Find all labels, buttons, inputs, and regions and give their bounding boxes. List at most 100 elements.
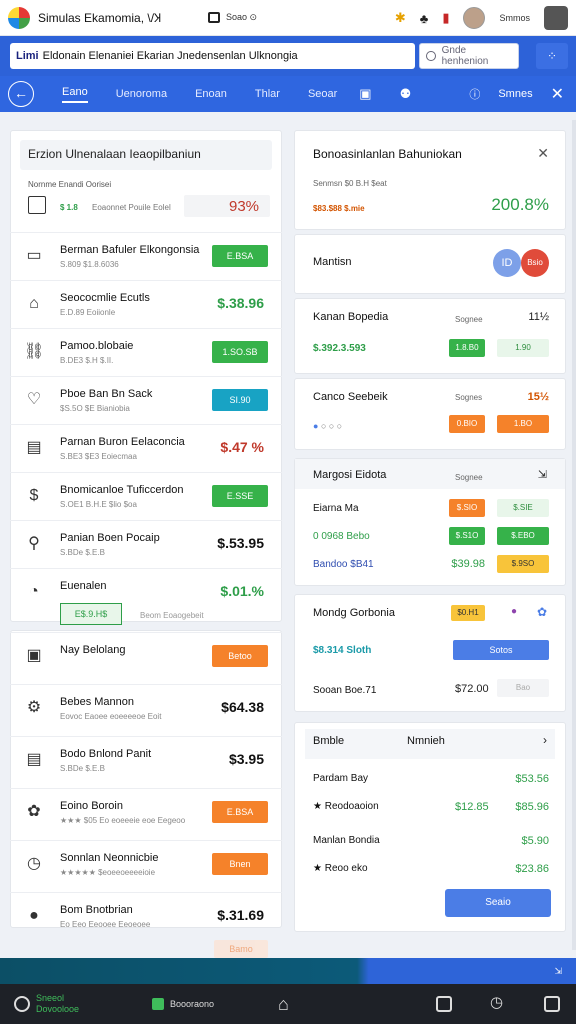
list-item-button[interactable]: E.BSA [212, 245, 268, 267]
close-icon[interactable]: ✕ [537, 145, 549, 162]
list-item[interactable]: ⚙ Bebes Mannon Eovoc Eaoee eoeeeeoe Eoit $6… [10, 684, 282, 730]
flag-icon[interactable]: ▮ [442, 10, 449, 26]
bottom-band: ⇲ [0, 958, 576, 984]
list-item[interactable]: ⛓ Pamoo.blobaie B.DE3 $.H $.II. 1.SO.SB [10, 328, 282, 374]
list-item-title: Parnan Buron Eelaconcia [60, 436, 185, 448]
list-item[interactable]: $ Bnomicanloe Tuficcerdon S.OE1 B.H.E $lio… [10, 472, 282, 518]
colors-icon[interactable]: ✿ [537, 605, 547, 619]
list-item[interactable]: ● Bom Bnotbrian Eo Eeo Eeooee Eeoeoee $.31.… [10, 892, 282, 938]
tab-uenoroma[interactable]: Uenoroma [116, 88, 167, 100]
list-item[interactable]: ◷ Sonnlan Neonnicbie ★★★★★ $eoeeoeeeeioie B… [10, 840, 282, 886]
list-item[interactable]: ⚲ Panian Boen Pocaip S.BDe $.E.B $.53.95 [10, 520, 282, 566]
karan-pill-2[interactable]: 1.90 [497, 339, 549, 357]
close-icon[interactable]: ✕ [551, 84, 564, 104]
left-summary-amount: $ 1.8 [60, 203, 78, 212]
margin-row-label: 0 0968 Bebo [313, 531, 370, 542]
cargo-pill-2[interactable]: 1.BO [497, 415, 549, 433]
briefcase-icon: ▭ [26, 247, 42, 264]
mondg-tag[interactable]: Bao [497, 679, 549, 697]
margin-row-pill-1[interactable]: $.SIO [449, 499, 485, 517]
list-item-title: Berman Bafuler Elkongonsia [60, 244, 200, 256]
tab-thlar[interactable]: Thlar [255, 88, 280, 100]
bottom-row-value: $23.86 [515, 863, 549, 875]
list-item[interactable]: ▤ Bodo Bnlond Panit S.BDe $.E.B $3.95 [10, 736, 282, 782]
resize-icon[interactable]: ⇲ [554, 966, 562, 977]
list-item[interactable]: ▭ Berman Bafuler Elkongonsia S.809 $1.8.60… [10, 232, 282, 278]
card-icon: ▣ [26, 647, 42, 664]
apps-grid-button[interactable]: ⁘ [536, 43, 568, 69]
window-title: Simulas Ekamomia, \/Ʞ [38, 11, 162, 25]
list-item[interactable]: ◔ Euenalen $.01.% E$.9.H$ Beom Eoaogebeit [10, 568, 282, 634]
chat-icon[interactable] [544, 996, 560, 1012]
list-item-button[interactable]: E.BSA [212, 801, 268, 823]
mondg-line: $8.314 Sloth [313, 645, 372, 656]
search-input[interactable]: Gnde henhenion [419, 43, 519, 69]
submit-button[interactable]: Seaio [445, 889, 551, 917]
ghost-button[interactable]: Bamo [214, 940, 268, 958]
taskbar-app-1[interactable]: Sneeol Dovoolooe [14, 993, 96, 1015]
list-item-title: Bebes Mannon [60, 696, 134, 708]
puzzle-icon[interactable]: ♣ [420, 11, 429, 26]
clock-icon[interactable]: ◷ [490, 993, 503, 1011]
back-arrow-icon[interactable]: ← [8, 81, 34, 107]
nav-right-label[interactable]: Smnes [498, 88, 532, 100]
expand-icon[interactable]: ⇲ [538, 468, 547, 481]
margin-row-label: Eiarna Ma [313, 503, 359, 514]
scrollbar[interactable] [572, 120, 576, 950]
chevron-right-icon[interactable]: › [543, 733, 547, 747]
karan-sub: Sognee [455, 315, 483, 324]
list-item-button[interactable]: E.SSE [212, 485, 268, 507]
profile-photo[interactable] [544, 6, 568, 30]
left-summary-value: 93% [229, 198, 260, 215]
tab-enoan[interactable]: Enoan [195, 88, 227, 100]
right-summary-value: 200.8% [491, 195, 549, 214]
cargo-title: Canco Seebeik [313, 391, 388, 403]
margin-row-pill-1[interactable]: $.S1O [449, 527, 485, 545]
list-item-button[interactable]: SI.90 [212, 389, 268, 411]
list-item[interactable]: ⌂ Seococmlie Ecutls E.D.89 Eoiionle $.38.96 [10, 280, 282, 326]
list-item-badge: E$.9.H$ [60, 603, 122, 625]
taskbar-app-2-label: Boooraono [170, 999, 215, 1009]
list-item-subtitle: S.BDe $.E.B [60, 548, 105, 557]
list-item-button[interactable]: Bnen [212, 853, 268, 875]
list-item[interactable]: ✿ Eoino Boroin ★★★ $05 Eo eoeeeie eoe Eege… [10, 788, 282, 834]
window-icon[interactable] [436, 996, 452, 1012]
margin-row-pill-2[interactable]: $.9SO [497, 555, 549, 573]
avatar[interactable] [463, 7, 486, 29]
margin-row-pill-2[interactable]: $.SIE [497, 499, 549, 517]
list-item-button[interactable]: 1.SO.SB [212, 341, 268, 363]
home-icon[interactable]: ⌂ [278, 994, 289, 1015]
app-circle-icon [14, 996, 30, 1012]
notification-badge[interactable]: Bsio [521, 249, 549, 277]
user-name[interactable]: Smmos [499, 13, 530, 23]
taskbar: Sneeol Dovoolooe Boooraono ⌂ ◷ [0, 984, 576, 1024]
heart-icon: ♡ [26, 391, 42, 408]
user-avatar[interactable]: ID [493, 249, 521, 277]
taskbar-app-2[interactable]: Boooraono [152, 998, 214, 1010]
list-item[interactable]: ♡ Pboe Ban Bn Sack $S.5O $E Bianiobia SI.90 [10, 376, 282, 422]
tab-seoar[interactable]: Seoar [308, 88, 337, 100]
karan-pill-1[interactable]: 1.8.B0 [449, 339, 485, 357]
karan-amount: $.392.3.593 [313, 343, 366, 354]
margin-row-pill-2[interactable]: $.EBO [497, 527, 549, 545]
list-item-button[interactable]: Betoo [212, 645, 268, 667]
cargo-pill-1[interactable]: 0.BIO [449, 415, 485, 433]
users-icon[interactable]: ⚉ [400, 86, 412, 102]
address-bar[interactable]: Limi Eldonain Elenaniei Ekarian Jnedense… [10, 43, 415, 69]
list-item-value: $.31.69 [217, 907, 264, 923]
margin-sub: Sognee [455, 473, 483, 482]
list-item[interactable]: ▤ Parnan Buron Eelaconcia S.BE3 $E3 Eoiecm… [10, 424, 282, 470]
list-item-subtitle: S.809 $1.8.6036 [60, 260, 119, 269]
window-tab[interactable]: Soao ⊙ [226, 12, 257, 23]
bottom-row-label: Manlan Bondia [313, 835, 380, 846]
list-item[interactable]: ▣ Nay Belolang Betoo [10, 632, 282, 678]
mondg-button[interactable]: Sotos [453, 640, 549, 660]
notification-icon[interactable]: ✱ [395, 10, 406, 26]
window-icon[interactable] [208, 12, 220, 23]
chat-icon[interactable]: ▣ [359, 86, 371, 102]
left-summary-note: Eoaonnet Pouile Eolel [92, 203, 171, 212]
search-icon [426, 51, 436, 61]
tab-eano[interactable]: Eano [62, 86, 88, 103]
list-item-subtitle: S.OE1 B.H.E $lio $oa [60, 500, 137, 509]
info-icon[interactable]: ⓘ [469, 86, 480, 102]
